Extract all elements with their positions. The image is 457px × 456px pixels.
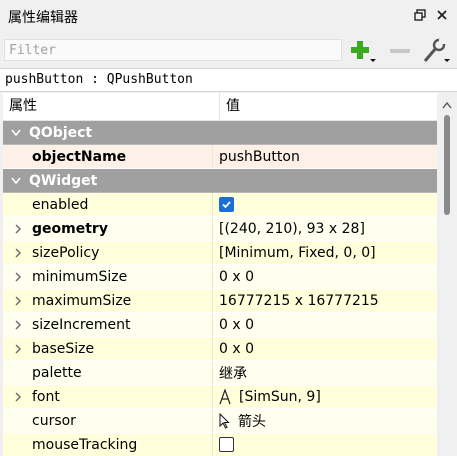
property-name: baseSize: [32, 340, 95, 357]
scrollbar-thumb[interactable]: [444, 115, 450, 215]
add-property-icon[interactable]: [347, 38, 377, 64]
property-value[interactable]: pushButton: [213, 145, 437, 168]
property-row-geometry[interactable]: geometry [(240, 210), 93 x 28]: [3, 217, 437, 241]
chevron-right-icon[interactable]: [7, 272, 29, 282]
property-value[interactable]: 箭头: [238, 411, 266, 431]
scroll-up-icon[interactable]: [442, 97, 452, 113]
chevron-right-icon[interactable]: [7, 392, 29, 402]
chevron-right-icon[interactable]: [7, 248, 29, 258]
property-name: palette: [32, 364, 82, 381]
property-row-sizepolicy[interactable]: sizePolicy [Minimum, Fixed, 0, 0]: [3, 241, 437, 265]
chevron-down-icon[interactable]: [3, 129, 29, 137]
property-value[interactable]: 0 x 0: [213, 337, 437, 360]
close-icon[interactable]: [433, 6, 451, 24]
arrow-cursor-icon: [219, 412, 230, 429]
property-name: minimumSize: [32, 268, 128, 285]
configure-icon[interactable]: [421, 38, 451, 64]
property-row-basesize[interactable]: baseSize 0 x 0: [3, 337, 437, 361]
panel-title: 属性编辑器: [8, 10, 78, 26]
remove-property-icon[interactable]: [385, 38, 415, 64]
group-qwidget[interactable]: QWidget: [3, 169, 437, 193]
property-row-enabled[interactable]: enabled: [3, 193, 437, 217]
property-value[interactable]: [Minimum, Fixed, 0, 0]: [213, 241, 437, 264]
property-row-cursor[interactable]: cursor 箭头: [3, 409, 437, 433]
property-name: mouseTracking: [32, 436, 138, 453]
property-name: sizePolicy: [32, 244, 100, 261]
property-row-minimumsize[interactable]: minimumSize 0 x 0: [3, 265, 437, 289]
property-value[interactable]: [(240, 210), 93 x 28]: [213, 217, 437, 240]
property-name: enabled: [32, 196, 89, 213]
panel-titlebar: 属性编辑器: [0, 0, 457, 32]
property-value[interactable]: 0 x 0: [213, 265, 437, 288]
property-row-objectname[interactable]: objectName pushButton: [3, 145, 437, 169]
chevron-right-icon[interactable]: [7, 344, 29, 354]
property-name: geometry: [32, 220, 108, 237]
property-value[interactable]: 16777215 x 16777215: [213, 289, 437, 312]
mousetracking-checkbox[interactable]: [219, 437, 234, 452]
property-name: font: [32, 388, 60, 405]
property-row-palette[interactable]: palette 继承: [3, 361, 437, 385]
column-header-value[interactable]: 值: [220, 93, 437, 120]
property-name: cursor: [32, 412, 76, 429]
property-table: 属性 值 QObject objectName pushButton QWidg…: [3, 93, 437, 456]
column-header-property[interactable]: 属性: [3, 93, 220, 120]
group-label: QObject: [29, 124, 93, 141]
font-icon: [219, 388, 231, 405]
property-name: objectName: [32, 148, 127, 165]
chevron-right-icon[interactable]: [7, 224, 29, 234]
chevron-right-icon[interactable]: [7, 296, 29, 306]
table-header: 属性 值: [3, 93, 437, 121]
property-row-mousetracking[interactable]: mouseTracking: [3, 433, 437, 456]
group-label: QWidget: [29, 172, 98, 189]
toolbar: [0, 32, 457, 68]
enabled-checkbox[interactable]: [219, 197, 234, 212]
float-icon[interactable]: [411, 6, 429, 24]
property-name: maximumSize: [32, 292, 132, 309]
property-value[interactable]: 0 x 0: [213, 313, 437, 336]
property-value[interactable]: [SimSun, 9]: [239, 389, 321, 405]
chevron-right-icon[interactable]: [7, 320, 29, 330]
property-row-sizeincrement[interactable]: sizeIncrement 0 x 0: [3, 313, 437, 337]
property-value[interactable]: 继承: [213, 361, 437, 384]
filter-input[interactable]: [4, 39, 342, 61]
property-row-font[interactable]: font [SimSun, 9]: [3, 385, 437, 409]
group-qobject[interactable]: QObject: [3, 121, 437, 145]
property-row-maximumsize[interactable]: maximumSize 16777215 x 16777215: [3, 289, 437, 313]
vertical-scrollbar[interactable]: [437, 93, 457, 456]
chevron-down-icon[interactable]: [3, 177, 29, 185]
property-name: sizeIncrement: [32, 316, 131, 333]
object-class-label: pushButton : QPushButton: [0, 68, 457, 92]
